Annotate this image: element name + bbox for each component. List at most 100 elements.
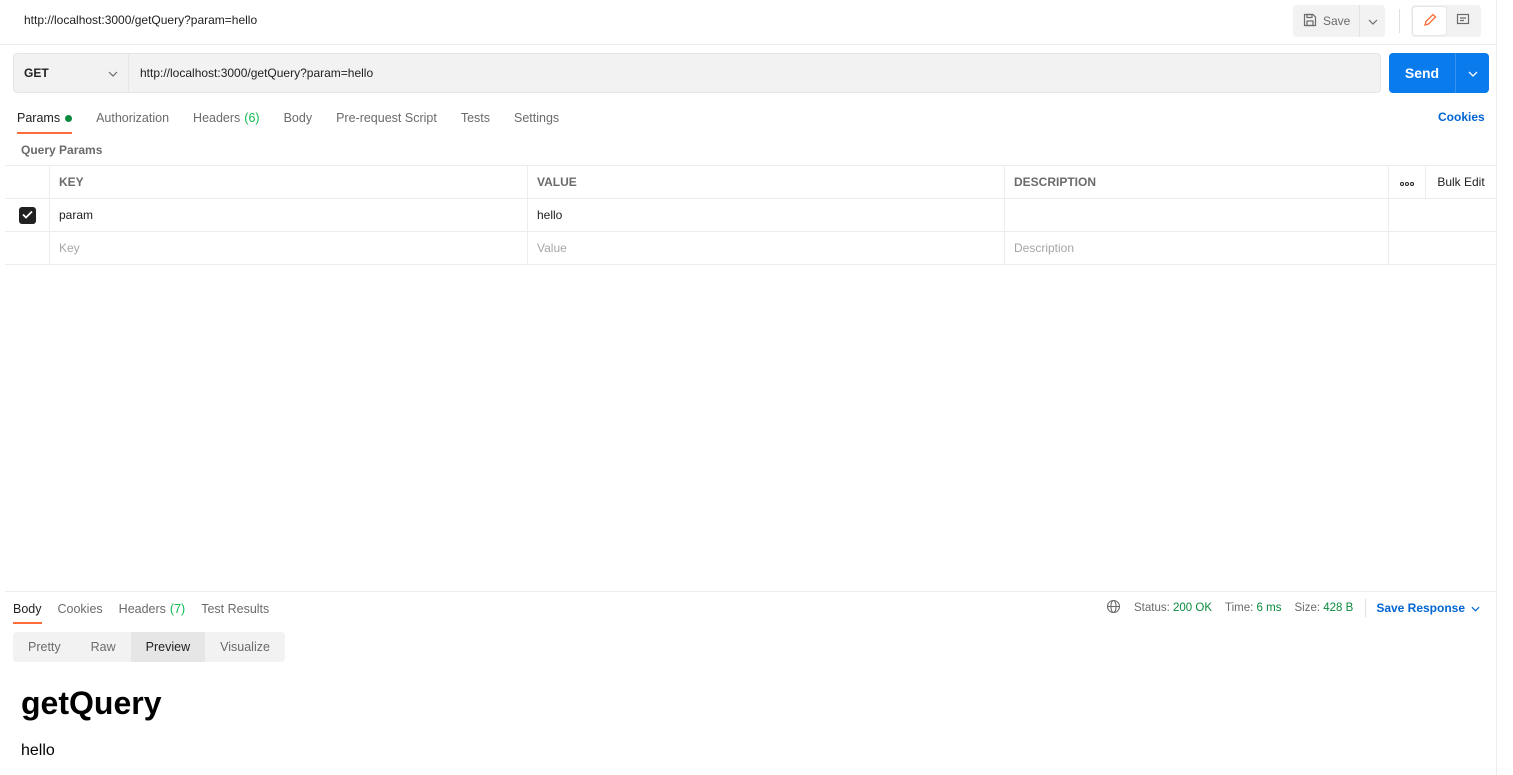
row-spacer: [1389, 232, 1496, 264]
preview-text: hello: [21, 742, 55, 759]
tab-label: Body: [13, 602, 42, 616]
more-options-button[interactable]: [1389, 166, 1426, 198]
view-tab-preview[interactable]: Preview: [130, 632, 206, 662]
time-readout[interactable]: Time: 6 ms: [1225, 602, 1281, 614]
bulk-edit-button[interactable]: Bulk Edit: [1426, 166, 1496, 198]
view-tab-raw[interactable]: Raw: [76, 632, 131, 662]
comment-icon: [1456, 13, 1470, 30]
mode-toggle: [1411, 5, 1481, 37]
response-meta: Status: 200 OK Time: 6 ms Size: 428 B Sa…: [1106, 594, 1480, 622]
tab-headers[interactable]: Headers (6): [193, 102, 260, 134]
value-column-header: VALUE: [528, 166, 1005, 198]
key-column-header: KEY: [50, 166, 528, 198]
row-checkbox-cell: [5, 199, 50, 231]
method-select[interactable]: GET: [14, 54, 129, 92]
table-row-new: [5, 232, 1496, 265]
response-divider[interactable]: [5, 591, 1496, 592]
tab-label: Headers: [118, 602, 166, 616]
new-description-input[interactable]: [1014, 241, 1379, 255]
url-bar: GET: [13, 53, 1381, 93]
tab-label: Headers: [193, 111, 241, 125]
tab-label: Tests: [460, 111, 490, 125]
param-value-cell: [528, 199, 1005, 231]
view-tab-pretty[interactable]: Pretty: [13, 632, 76, 662]
row-spacer: [1389, 199, 1496, 231]
response-tab-headers[interactable]: Headers (7): [119, 594, 186, 624]
save-button[interactable]: Save: [1293, 5, 1359, 37]
tab-params[interactable]: Params: [17, 102, 73, 134]
new-key-input[interactable]: [59, 241, 518, 255]
new-key-cell: [50, 232, 528, 264]
pencil-icon: [1423, 13, 1437, 30]
save-button-group: Save: [1293, 5, 1386, 37]
tab-settings[interactable]: Settings: [514, 102, 559, 134]
query-params-title: Query Params: [21, 143, 103, 157]
tab-body[interactable]: Body: [284, 102, 313, 134]
tab-label: Body: [283, 111, 313, 125]
send-button[interactable]: Send: [1389, 53, 1455, 93]
size-value: 428 B: [1323, 602, 1354, 614]
request-tabs: Params Authorization Headers (6) Body Pr…: [17, 102, 583, 134]
row-checkbox[interactable]: [18, 206, 36, 224]
time-value: 6 ms: [1256, 602, 1282, 614]
request-header: http://localhost:3000/getQuery?param=hel…: [0, 0, 1496, 45]
edit-mode-button[interactable]: [1413, 7, 1446, 35]
param-description-input[interactable]: [1014, 208, 1379, 222]
param-key-input[interactable]: [59, 208, 518, 222]
globe-icon[interactable]: [1106, 599, 1121, 617]
save-icon: [1303, 13, 1317, 30]
response-headers-count: (7): [169, 602, 186, 616]
status-readout[interactable]: Status: 200 OK: [1134, 602, 1212, 614]
response-tabs: Body Cookies Headers (7) Test Results: [13, 594, 285, 624]
param-description-cell: [1005, 199, 1389, 231]
new-value-input[interactable]: [537, 241, 995, 255]
save-response-button[interactable]: Save Response: [1376, 601, 1480, 615]
new-description-cell: [1005, 232, 1389, 264]
view-tab-visualize[interactable]: Visualize: [205, 632, 285, 662]
size-label: Size:: [1294, 602, 1321, 614]
tab-label: Settings: [514, 111, 560, 125]
table-header-row: KEY VALUE DESCRIPTION Bulk Edit: [5, 166, 1496, 199]
save-response-label: Save Response: [1376, 601, 1466, 615]
tab-tests[interactable]: Tests: [461, 102, 490, 134]
response-tab-cookies[interactable]: Cookies: [58, 594, 103, 624]
status-label: Status:: [1134, 602, 1170, 614]
status-value: 200 OK: [1173, 602, 1213, 614]
response-view-tabs: Pretty Raw Preview Visualize: [13, 632, 285, 662]
params-indicator-dot: [65, 114, 73, 122]
bulk-edit-label: Bulk Edit: [1437, 175, 1485, 189]
headers-count: (6): [244, 111, 260, 125]
chevron-down-icon: [1471, 601, 1480, 615]
request-title[interactable]: http://localhost:3000/getQuery?param=hel…: [24, 13, 257, 27]
checkbox-column-header: [5, 166, 50, 198]
new-value-cell: [528, 232, 1005, 264]
param-value-input[interactable]: [537, 208, 995, 222]
tab-label: Cookies: [57, 602, 103, 616]
tab-label: Pre-request Script: [336, 111, 437, 125]
tab-pre-request-script[interactable]: Pre-request Script: [336, 102, 437, 134]
param-key-cell: [50, 199, 528, 231]
checkmark-icon: [21, 208, 33, 222]
time-label: Time:: [1225, 602, 1254, 614]
send-options-button[interactable]: [1455, 53, 1489, 93]
tab-authorization[interactable]: Authorization: [96, 102, 169, 134]
response-tab-body[interactable]: Body: [13, 594, 42, 624]
save-options-button[interactable]: [1359, 5, 1385, 37]
chevron-down-icon: [1368, 14, 1378, 28]
cookies-link[interactable]: Cookies: [1438, 110, 1485, 124]
url-input[interactable]: [129, 54, 1380, 92]
chevron-down-icon: [1468, 66, 1478, 80]
divider: [1399, 9, 1400, 33]
comments-button[interactable]: [1446, 7, 1479, 35]
pane-border: [1496, 0, 1497, 775]
send-button-group: Send: [1389, 53, 1489, 93]
response-tab-test-results[interactable]: Test Results: [201, 594, 269, 624]
empty-checkbox-cell: [5, 232, 50, 264]
size-readout[interactable]: Size: 428 B: [1294, 602, 1353, 614]
tab-label: Authorization: [96, 111, 170, 125]
chevron-down-icon: [108, 66, 118, 80]
preview-heading: getQuery: [21, 685, 162, 721]
response-preview: getQuery hello: [21, 682, 161, 760]
description-column-header: DESCRIPTION: [1005, 166, 1389, 198]
tab-label: Test Results: [201, 602, 270, 616]
